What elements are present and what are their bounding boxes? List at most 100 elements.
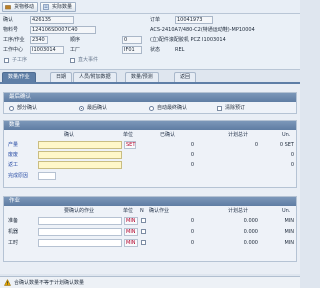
toolbar: 货物移动 实际数量 [0, 0, 300, 14]
workcenter-label: 工作中心 [3, 47, 24, 53]
operation-description: (立)配件滚配胶机 PCZ I1003014 [150, 37, 226, 43]
partial-confirm-radio[interactable] [9, 106, 14, 111]
confirmation-type-group: 最后确认 部分确认 最后确认 自动最终确认 清除预订 [3, 92, 297, 114]
status-message: 合确认数量不等于计划确认数量 [14, 280, 85, 286]
tab-dates[interactable]: 日期 [50, 72, 73, 82]
material-field[interactable]: 124106SD007C40 [30, 26, 96, 34]
rework-confirmed: 0 [190, 162, 194, 168]
act-row-label: 准备 [8, 218, 19, 224]
scrap-un: 0 [290, 152, 294, 158]
goods-movement-label: 货物移动 [14, 4, 35, 10]
header-form: 确认 426135 订单 10041973 物料号 124106SD007C40… [0, 14, 300, 70]
qty-col-unit: 单位 [123, 132, 134, 138]
qty-col-planned: 计划总计 [228, 132, 249, 138]
confirm-label: 确认 [3, 17, 14, 23]
tab-quantity-forecast[interactable]: 数量/预测 [125, 72, 159, 82]
yield-planned: 0 [254, 142, 258, 148]
plant-field[interactable]: IF01 [122, 46, 142, 54]
act-col-n: N [140, 208, 144, 214]
quantity-title: 数量 [4, 121, 296, 130]
labor-input[interactable] [38, 239, 122, 247]
yield-un: 0 SET [279, 142, 294, 148]
order-field[interactable]: 10041973 [175, 16, 213, 24]
qty-row-label: 产量 [8, 142, 19, 148]
activity-title: 作业 [4, 197, 296, 206]
operation-label: 工序/作业 [3, 37, 25, 43]
qty-col-confirmed: 已确认 [160, 132, 176, 138]
status-label: 状态 [150, 47, 161, 53]
setup-input[interactable] [38, 217, 122, 225]
final-confirm-label: 最后确认 [87, 105, 108, 111]
tab-return[interactable]: 返回 [174, 72, 197, 82]
qty-row-label: 完成原因 [8, 173, 29, 179]
yield-unit[interactable]: SET [124, 141, 136, 149]
auto-final-confirm-radio[interactable] [149, 106, 154, 111]
tab-panel: 最后确认 部分确认 最后确认 自动最终确认 清除预订 数量 确认 单位 已确认 … [0, 82, 300, 274]
labor-un: MIN [284, 240, 294, 246]
auto-final-confirm-label: 自动最终确认 [157, 105, 188, 111]
act-row-label: 工时 [8, 240, 19, 246]
yield-input[interactable] [38, 141, 122, 149]
goods-movement-icon [5, 5, 11, 10]
qty-col-un: Un. [282, 132, 291, 138]
setup-confirmed: 0 [190, 218, 194, 224]
confirmation-type-title: 最后确认 [4, 93, 296, 102]
material-description: ACS-2410A7/480-C2(特通运动鞋)-MP10004 [150, 27, 255, 33]
act-row-label: 机器 [8, 229, 19, 235]
setup-un: MIN [284, 218, 294, 224]
status-value: REL [175, 47, 185, 53]
clear-reservation-label: 清除预订 [225, 105, 246, 111]
quantity-group: 数量 确认 单位 已确认 计划总计 Un. 产量 SET 0 0 0 SET 废… [3, 120, 297, 188]
yield-confirmed: 0 [190, 142, 194, 148]
sub-operation-checkbox[interactable] [4, 58, 9, 63]
workcenter-field[interactable]: I1003014 [30, 46, 64, 54]
setup-planned: 0.000 [243, 218, 258, 224]
qty-col-confirm: 确认 [64, 132, 75, 138]
labor-planned: 0.000 [243, 240, 258, 246]
status-bar: 合确认数量不等于计划确认数量 [0, 276, 300, 288]
qty-row-label: 废废 [8, 152, 19, 158]
material-label: 物料号 [3, 27, 19, 33]
labor-unit[interactable]: MIN [124, 239, 138, 247]
plant-label: 工厂 [70, 47, 81, 53]
act-col-confirmed: 确认作业 [149, 208, 170, 214]
scrap-confirmed: 0 [190, 152, 194, 158]
tab-personnel[interactable]: 人员/附加数据 [73, 72, 117, 82]
actual-quantity-button[interactable]: 实际数量 [40, 2, 76, 12]
act-col-planned: 计划总计 [228, 208, 249, 214]
rework-un: 0 [290, 162, 294, 168]
machine-unit[interactable]: MIN [124, 228, 138, 236]
final-confirm-radio[interactable] [79, 106, 84, 111]
partial-confirm-label: 部分确认 [17, 105, 38, 111]
act-col-un: Un. [282, 208, 291, 214]
warning-icon [4, 279, 11, 286]
machine-confirmed: 0 [190, 229, 194, 235]
machine-input[interactable] [38, 228, 122, 236]
act-col-confirm: 要确认的作业 [64, 208, 95, 214]
machine-un: MIN [284, 229, 294, 235]
tab-quantity-activity[interactable]: 数量/作业 [2, 72, 36, 82]
actual-quantity-icon [43, 4, 49, 10]
clear-reservation-checkbox[interactable] [217, 106, 222, 111]
goods-movement-button[interactable]: 货物移动 [2, 2, 38, 12]
major-event-label: 直大事件 [78, 57, 99, 63]
machine-n-checkbox[interactable] [141, 229, 146, 234]
order-label: 订单 [150, 17, 161, 23]
tab-strip: 数量/作业 日期 人员/附加数据 数量/预测 返回 [0, 72, 300, 82]
operation-field[interactable]: 2340 [30, 36, 48, 44]
setup-n-checkbox[interactable] [141, 218, 146, 223]
activity-group: 作业 要确认的作业 单位 N 确认作业 计划总计 Un. 准备 MIN 0 0.… [3, 196, 297, 262]
act-col-unit: 单位 [123, 208, 134, 214]
qty-row-label: 返工 [8, 162, 19, 168]
confirm-field[interactable]: 426135 [30, 16, 74, 24]
scrap-input[interactable] [38, 151, 122, 159]
setup-unit[interactable]: MIN [124, 217, 138, 225]
reason-input[interactable] [38, 172, 56, 180]
machine-planned: 0.000 [243, 229, 258, 235]
major-event-checkbox[interactable] [70, 58, 75, 63]
sequence-label: 顺序 [70, 37, 81, 43]
labor-n-checkbox[interactable] [141, 240, 146, 245]
sub-operation-label: 子工序 [12, 57, 28, 63]
rework-input[interactable] [38, 161, 122, 169]
sequence-field[interactable]: 0 [122, 36, 142, 44]
